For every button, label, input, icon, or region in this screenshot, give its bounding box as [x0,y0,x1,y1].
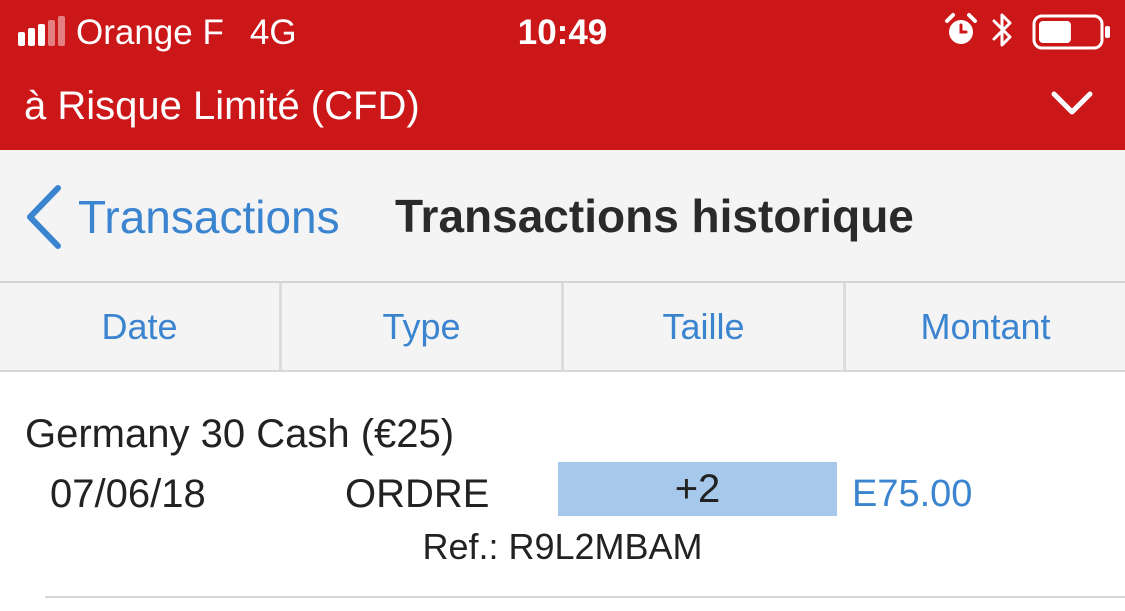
column-amount[interactable]: Montant [846,283,1125,370]
page-title: Transactions historique [395,190,914,242]
column-date[interactable]: Date [0,283,282,370]
bluetooth-icon [992,13,1012,47]
row-divider [45,596,1125,598]
column-type[interactable]: Type [282,283,564,370]
status-bar: Orange F 4G 10:49 [0,0,1125,66]
transaction-ref: Ref.: R9L2MBAM [422,526,703,567]
transaction-date: 07/06/18 [50,472,206,516]
alarm-icon [945,13,977,44]
battery-icon [1032,14,1110,50]
transaction-type: ORDRE [345,472,490,516]
column-size[interactable]: Taille [564,283,846,370]
transaction-amount: E75.00 [852,473,973,515]
column-header: Date Type Taille Montant [0,283,1125,372]
transaction-row[interactable]: Germany 30 Cash (€25) 07/06/18 ORDRE +2 … [0,372,1125,611]
top-bar: Orange F 4G 10:49 à Risque Limité (CFD) [0,0,1125,150]
account-title[interactable]: à Risque Limité (CFD) [24,82,420,130]
back-label: Transactions [78,191,340,243]
chevron-down-icon[interactable] [1050,88,1094,120]
chevron-left-icon [27,185,61,249]
back-button[interactable]: Transactions [24,184,340,250]
instrument-name: Germany 30 Cash (€25) [25,412,455,456]
navigation-bar: Transactions Transactions historique [0,150,1125,283]
transaction-size: +2 [558,462,837,516]
